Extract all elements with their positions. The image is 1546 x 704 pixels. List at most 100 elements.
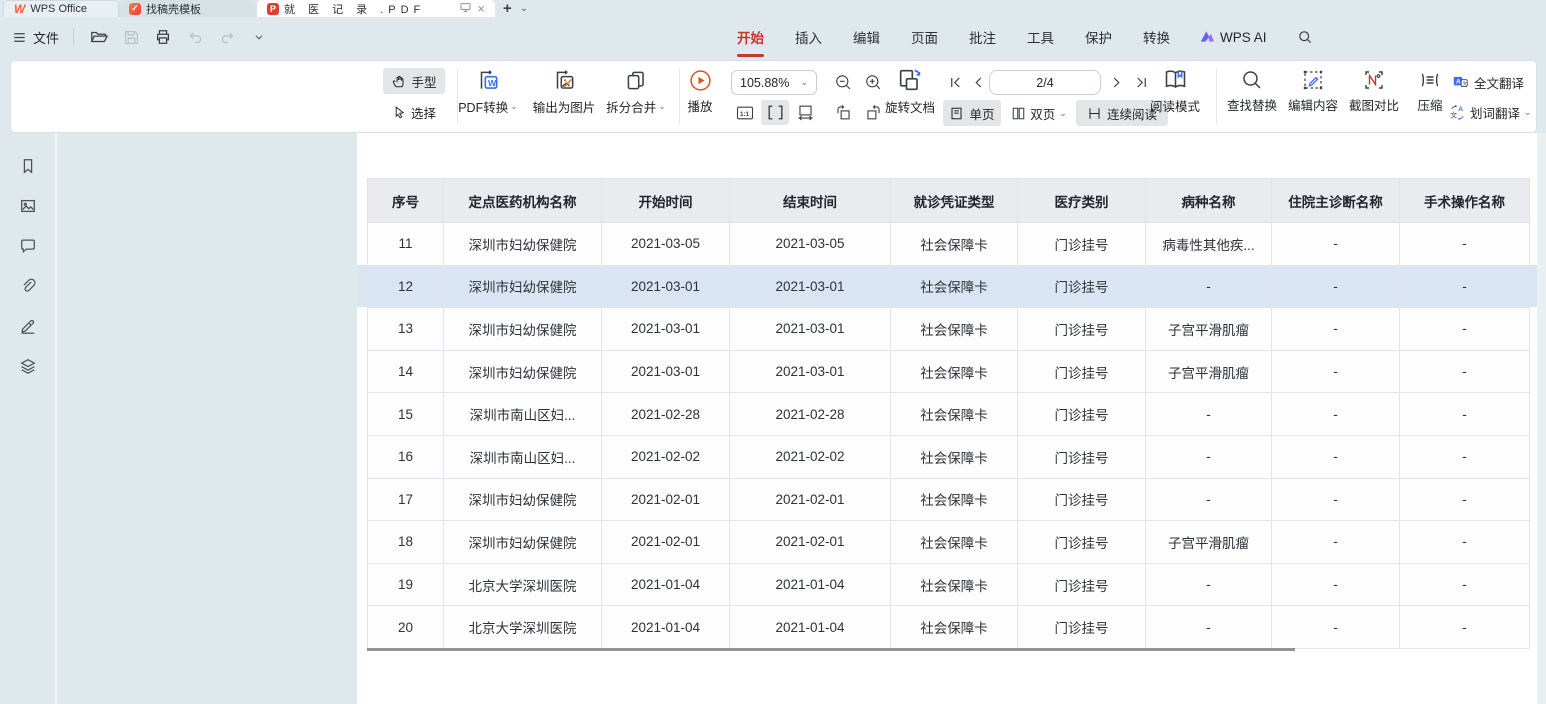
table-cell: 深圳市妇幼保健院 [444,478,602,521]
ribbon-tab-edit[interactable]: 编辑 [851,25,882,49]
table-cell: 社会保障卡 [891,265,1018,308]
tab-preview-icon[interactable] [459,1,472,17]
table-cell: - [1146,478,1272,521]
rotate-document-button[interactable]: 旋转文档 [879,66,941,116]
table-cell: 2021-02-01 [602,478,730,521]
table-cell: 社会保障卡 [891,606,1018,649]
comment-icon[interactable] [17,235,39,257]
table-cell: 社会保障卡 [891,223,1018,266]
double-page-button[interactable]: 双页 ⌄ [1006,100,1072,126]
table-row[interactable]: 19北京大学深圳医院2021-01-042021-01-04社会保障卡门诊挂号-… [368,563,1530,606]
pdf-page[interactable]: 序号定点医药机构名称开始时间结束时间就诊凭证类型医疗类别病种名称住院主诊断名称手… [357,133,1537,704]
open-file-icon[interactable] [88,26,110,48]
rotate-left-button[interactable] [829,100,857,125]
table-row[interactable]: 17深圳市妇幼保健院2021-02-012021-02-01社会保障卡门诊挂号-… [368,478,1530,521]
find-replace-button[interactable]: 查找替换 [1223,68,1281,114]
signature-icon[interactable] [17,315,39,337]
edit-content-label: 编辑内容 [1288,95,1338,114]
table-cell: 深圳市妇幼保健院 [444,265,602,308]
split-merge-button[interactable]: 拆分合并⌄ [594,68,678,116]
tab-list-chevron-icon[interactable]: ⌄ [520,3,528,14]
select-tool-button[interactable]: 选择 [383,99,445,125]
table-cell: 2021-02-01 [730,478,891,521]
layers-icon[interactable] [17,355,39,377]
table-cell: 20 [368,606,444,649]
table-cell: - [1146,265,1272,308]
table-cell: 16 [368,435,444,478]
svg-text:A: A [1458,106,1463,113]
pdf-convert-button[interactable]: W PDF转换⌄ [448,68,528,116]
column-header: 住院主诊断名称 [1272,179,1400,223]
bookmark-icon[interactable] [17,155,39,177]
table-cell: 社会保障卡 [891,563,1018,606]
redo-icon[interactable] [216,26,238,48]
screenshot-compare-button[interactable]: 截图对比 [1345,68,1403,114]
fit-page-button[interactable] [791,100,819,125]
table-cell: - [1400,563,1530,606]
next-page-button[interactable] [1104,70,1128,95]
pdf-file-icon: P [267,3,279,15]
ribbon-tab-protect[interactable]: 保护 [1083,25,1114,49]
table-row[interactable]: 11深圳市妇幼保健院2021-03-052021-03-05社会保障卡门诊挂号病… [368,223,1530,266]
tab-document-active[interactable]: P 就 医 记 录 .PDF × [257,0,495,17]
table-row[interactable]: 16深圳市南山区妇...2021-02-022021-02-02社会保障卡门诊挂… [368,435,1530,478]
word-translate-button[interactable]: 文A 划词翻译 ⌄ [1449,101,1541,123]
tab-close-icon[interactable]: × [477,2,485,15]
next-page-icon [1109,75,1124,90]
play-button[interactable]: 播放 [675,68,725,115]
table-row[interactable]: 13深圳市妇幼保健院2021-03-012021-03-01社会保障卡门诊挂号子… [368,308,1530,351]
table-cell: 18 [368,521,444,564]
vertical-scrollbar[interactable] [1537,133,1546,704]
tab-template[interactable]: ✓ 找稿壳模板 [119,0,257,17]
thumbnail-icon[interactable] [17,195,39,217]
table-row[interactable]: 14深圳市妇幼保健院2021-03-012021-03-01社会保障卡门诊挂号子… [368,350,1530,393]
wps-ai-button[interactable]: WPS AI [1199,30,1267,45]
hand-tool-button[interactable]: 手型 [383,68,445,94]
fit-width-button[interactable] [761,100,789,125]
new-tab-icon[interactable]: + [503,0,512,17]
table-row[interactable]: 20北京大学深圳医院2021-01-042021-01-04社会保障卡门诊挂号-… [368,606,1530,649]
zoom-out-button[interactable] [829,70,857,95]
fit-width-icon [766,103,785,122]
single-page-button[interactable]: 单页 [943,100,1001,126]
ribbon-search-icon[interactable] [1294,26,1316,48]
file-menu-label: 文件 [33,28,59,47]
table-cell: - [1272,350,1400,393]
prev-page-button[interactable] [966,70,990,95]
file-menu-button[interactable]: 文件 [12,28,59,47]
pdf-convert-icon: W [475,68,501,94]
ribbon-tab-tools[interactable]: 工具 [1025,25,1056,49]
table-cell: 2021-01-04 [602,563,730,606]
navigation-pane[interactable] [57,133,357,704]
ribbon-tab-insert[interactable]: 插入 [793,25,824,49]
table-row[interactable]: 18深圳市妇幼保健院2021-02-012021-02-01社会保障卡门诊挂号子… [368,521,1530,564]
table-bottom-border [367,648,1295,651]
play-label: 播放 [687,96,712,115]
table-cell: 北京大学深圳医院 [444,606,602,649]
first-page-button[interactable] [943,70,967,95]
table-row[interactable]: 12深圳市妇幼保健院2021-03-012021-03-01社会保障卡门诊挂号-… [368,265,1530,308]
ribbon-tab-convert[interactable]: 转换 [1141,25,1172,49]
read-mode-button[interactable]: 阅读模式 [1144,66,1206,115]
table-cell: - [1400,223,1530,266]
print-icon[interactable] [152,26,174,48]
actual-size-button[interactable]: 1:1 [731,100,759,125]
ribbon-tab-comment[interactable]: 批注 [967,25,998,49]
edit-content-button[interactable]: 编辑内容 [1284,68,1342,114]
table-row[interactable]: 15深圳市南山区妇...2021-02-282021-02-28社会保障卡门诊挂… [368,393,1530,436]
compress-button[interactable]: 压缩 [1409,68,1451,114]
save-icon[interactable] [120,26,142,48]
full-translate-button[interactable]: A 文 全文翻译 [1452,71,1536,93]
table-cell: 2021-03-01 [730,308,891,351]
hand-tool-label: 手型 [411,72,436,91]
divider [1216,69,1217,124]
undo-icon[interactable] [184,26,206,48]
ribbon-tab-home[interactable]: 开始 [735,25,766,49]
ribbon-tab-page[interactable]: 页面 [909,25,940,49]
attachment-icon[interactable] [17,275,39,297]
divider [73,28,74,46]
zoom-level-dropdown[interactable]: 105.88% ⌄ [731,70,817,95]
page-indicator-input[interactable] [989,70,1101,95]
quick-access-chevron-icon[interactable] [248,26,270,48]
tab-wps-office[interactable]: W WPS Office [3,0,119,17]
